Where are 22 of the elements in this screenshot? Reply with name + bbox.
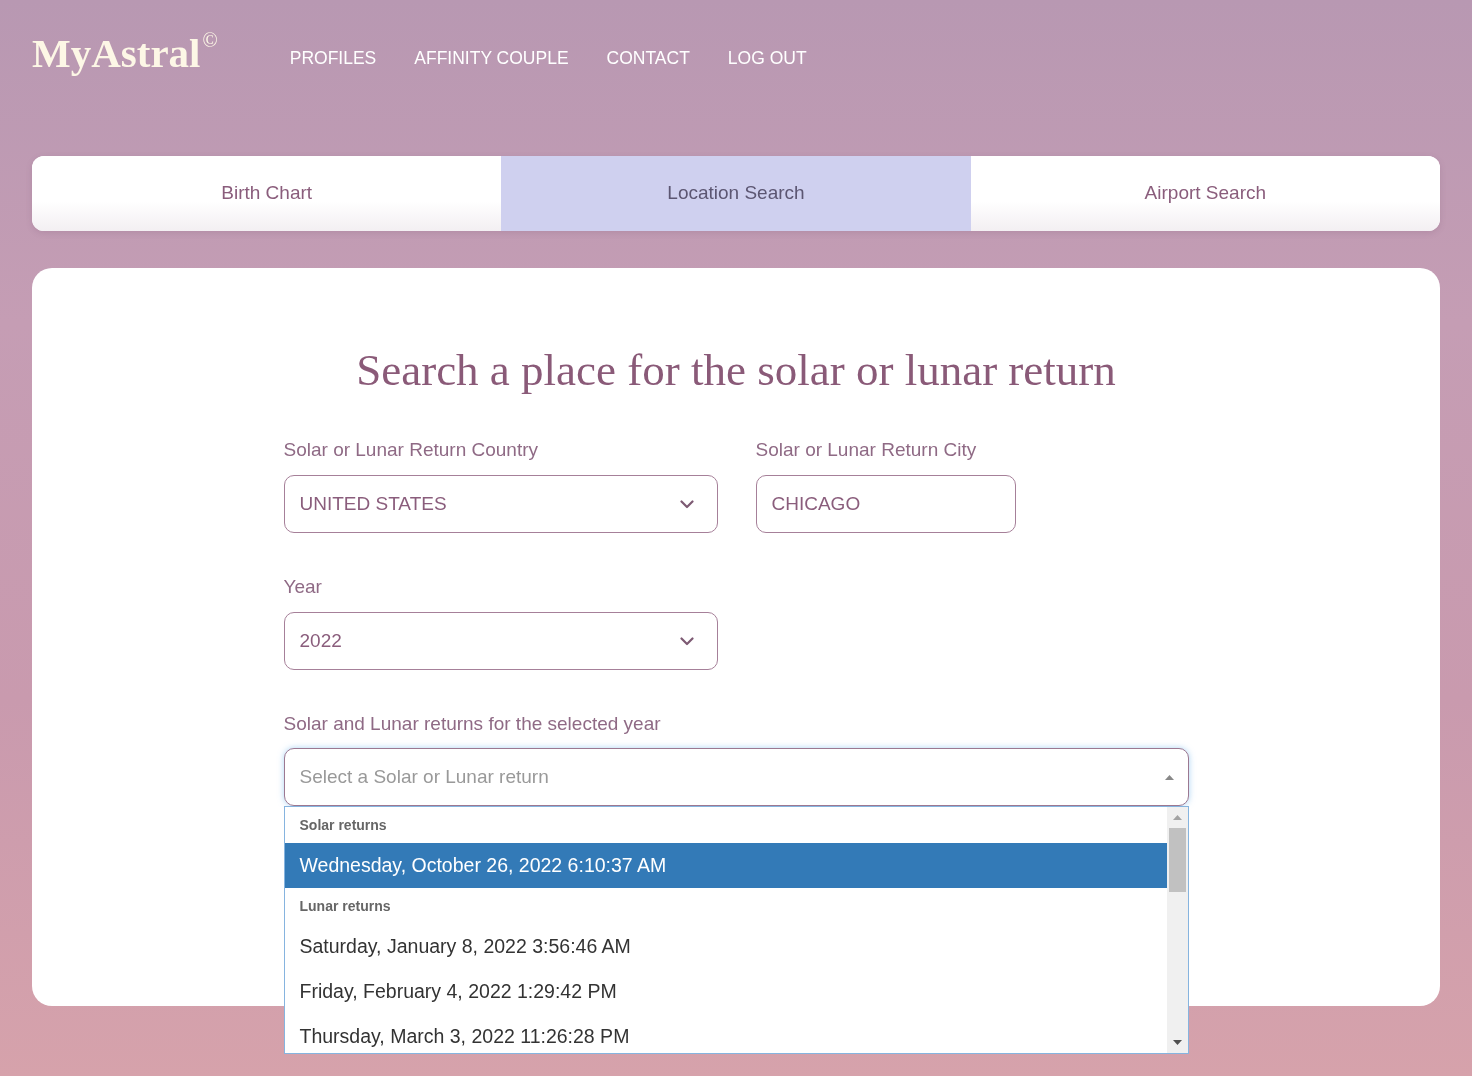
scroll-up-arrow-icon[interactable] (1172, 815, 1182, 820)
tab[interactable]: Airport Search (970, 156, 1440, 231)
field-label: Solar or Lunar Return Country (283, 438, 538, 462)
option-group-heading: Solar returns (298, 815, 388, 835)
scrollbar-thumb[interactable] (1168, 828, 1186, 892)
field-label: Solar or Lunar Return City (755, 438, 977, 462)
field-label: Year (283, 575, 322, 599)
option-group-heading: Lunar returns (298, 896, 392, 916)
scroll-down-arrow-icon[interactable] (1172, 1040, 1182, 1045)
page-title: Search a place for the solar or lunar return (356, 344, 1116, 396)
dropdown-select[interactable]: 2022 (283, 612, 718, 670)
dropdown-option[interactable]: Wednesday, October 26, 2022 6:10:37 AM (284, 843, 1167, 888)
combobox[interactable]: Select a Solar or Lunar return (283, 748, 1189, 806)
text-input[interactable]: CHICAGO (755, 475, 1016, 533)
tab[interactable]: Birth Chart (32, 156, 502, 231)
chevron-down-icon (679, 499, 694, 509)
dropdown-select[interactable]: UNITED STATES (283, 475, 718, 533)
field-label: Solar and Lunar returns for the selected year (283, 712, 661, 736)
scrollbar[interactable] (1166, 807, 1188, 1053)
caret-up-icon (1164, 774, 1174, 780)
tab[interactable]: Location Search (501, 156, 971, 231)
chevron-down-icon (679, 636, 694, 646)
